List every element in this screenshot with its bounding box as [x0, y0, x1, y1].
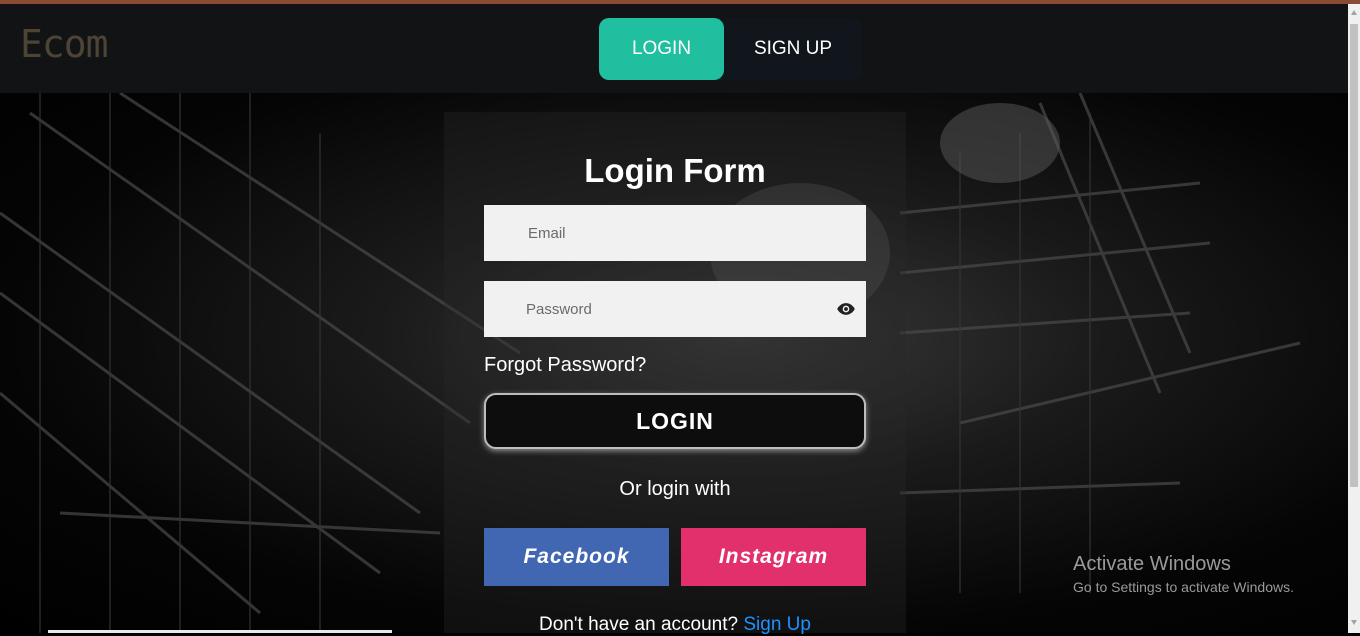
password-input[interactable]: [484, 281, 866, 337]
instagram-login-button[interactable]: Instagram: [681, 528, 866, 586]
tab-signup[interactable]: SIGN UP: [724, 18, 862, 80]
forgot-password-link[interactable]: Forgot Password?: [484, 354, 646, 377]
form-title: Login Form: [584, 152, 766, 189]
activate-windows-title: Activate Windows: [1073, 553, 1231, 575]
login-button[interactable]: LOGIN: [484, 393, 866, 449]
tab-login[interactable]: LOGIN: [599, 18, 724, 80]
scroll-down-arrow-icon[interactable]: [1351, 620, 1357, 625]
activate-windows-watermark: Activate Windows Go to Settings to activ…: [1073, 553, 1294, 595]
scrollbar-thumb[interactable]: [1350, 24, 1358, 487]
or-login-with-text: Or login with: [619, 478, 731, 500]
brand-logo[interactable]: Ecom: [20, 22, 109, 66]
no-account-text: Don't have an account?: [539, 614, 739, 635]
vertical-scrollbar[interactable]: [1348, 4, 1360, 633]
eye-icon[interactable]: [836, 299, 856, 319]
email-input[interactable]: [484, 205, 866, 261]
auth-tabs: LOGIN SIGN UP: [599, 18, 862, 80]
facebook-login-button[interactable]: Facebook: [484, 528, 669, 586]
navbar: Ecom LOGIN SIGN UP: [0, 4, 1348, 93]
scroll-up-arrow-icon[interactable]: [1351, 10, 1357, 15]
signup-link[interactable]: Sign Up: [743, 614, 811, 635]
activate-windows-subtitle: Go to Settings to activate Windows.: [1073, 579, 1294, 595]
